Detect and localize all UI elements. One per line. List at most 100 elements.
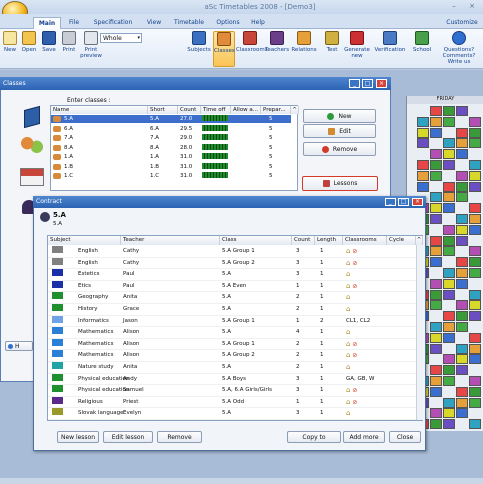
lesson-row[interactable]: Informatics Jason 5.A Group 1 1 2 CL1, CL2 — [48, 315, 416, 328]
grid-cell[interactable] — [443, 106, 455, 116]
grid-cell[interactable] — [456, 397, 468, 408]
grid-cell[interactable] — [430, 116, 442, 127]
col-count[interactable]: Count — [292, 236, 315, 245]
grid-cell[interactable] — [469, 343, 481, 354]
grid-cell[interactable] — [430, 127, 442, 138]
lesson-row[interactable]: History Grace 5.A 2 1 ⌂ — [48, 304, 416, 316]
grid-cell[interactable] — [417, 116, 429, 127]
contract-close-icon[interactable]: × — [412, 198, 423, 206]
tab-specification[interactable]: Specification — [88, 17, 138, 29]
classes-table[interactable]: Name Short Count Time off Allow a... Pre… — [50, 105, 299, 191]
verification-button[interactable]: Verification — [373, 31, 407, 67]
col-name[interactable]: Name — [51, 106, 148, 114]
grid-cell[interactable] — [469, 311, 481, 322]
grid-cell[interactable] — [469, 354, 481, 365]
col-subject[interactable]: Subject — [48, 236, 121, 245]
grid-cell[interactable] — [430, 246, 442, 257]
close-button[interactable]: Close — [389, 431, 421, 443]
grid-cell[interactable] — [430, 386, 442, 397]
grid-cell[interactable] — [443, 332, 455, 343]
grid-cell[interactable] — [443, 354, 455, 365]
grid-cell[interactable] — [417, 127, 429, 138]
help-button[interactable]: H — [5, 341, 33, 351]
grid-cell[interactable] — [469, 289, 481, 300]
new-class-button[interactable]: New — [303, 109, 376, 123]
grid-cell[interactable] — [456, 408, 468, 419]
grid-cell[interactable] — [430, 149, 442, 160]
grid-cell[interactable] — [443, 160, 455, 170]
customize-link[interactable]: Customize — [444, 17, 480, 29]
col-prepar[interactable]: Prepar... — [261, 106, 291, 114]
edit-lesson-button[interactable]: Edit lesson — [103, 431, 153, 443]
grid-cell[interactable] — [443, 408, 455, 419]
grid-cell[interactable] — [456, 181, 468, 192]
teachers-button[interactable]: Teachers — [264, 31, 290, 67]
grid-cell[interactable] — [430, 170, 442, 181]
grid-cell[interactable] — [430, 419, 442, 430]
col-teacher[interactable]: Teacher — [121, 236, 220, 245]
generate-new-button[interactable]: Generate new — [342, 31, 372, 67]
classes-close-icon[interactable]: × — [376, 79, 387, 88]
grid-cell[interactable] — [469, 181, 481, 192]
grid-cell[interactable] — [430, 257, 442, 268]
grid-cell[interactable] — [456, 192, 468, 203]
grid-cell[interactable] — [430, 289, 442, 300]
save-button[interactable]: Save — [40, 31, 58, 67]
contract-scrollbar[interactable] — [416, 245, 423, 420]
col-time-off[interactable]: Time off — [201, 106, 231, 114]
col-allow[interactable]: Allow a... — [231, 106, 261, 114]
grid-cell[interactable] — [456, 214, 468, 224]
grid-cell[interactable] — [443, 419, 455, 430]
grid-cell[interactable] — [430, 106, 442, 116]
grid-cell[interactable] — [417, 170, 429, 181]
grid-cell[interactable] — [430, 365, 442, 376]
grid-cell[interactable] — [469, 246, 481, 257]
grid-cell[interactable] — [469, 257, 481, 268]
tab-timetable[interactable]: Timetable — [170, 17, 208, 29]
grid-cell[interactable] — [456, 257, 468, 268]
col-classrooms[interactable]: Classrooms — [343, 236, 387, 245]
grid-cell[interactable] — [430, 160, 442, 170]
grid-cell[interactable] — [456, 106, 468, 116]
lesson-row[interactable]: Physical education Andy 5.A Boys 3 1 GA, GB, … — [48, 373, 416, 386]
grid-cell[interactable] — [430, 235, 442, 246]
class-row[interactable]: 1.B 1.B 31.0 5 — [51, 162, 291, 171]
lesson-row[interactable]: English Cathy 5.A Group 1 3 1 ⌂ ⊘ — [48, 246, 416, 258]
col-length[interactable]: Length — [315, 236, 343, 245]
grid-cell[interactable] — [430, 408, 442, 419]
grid-cell[interactable] — [417, 138, 429, 149]
grid-cell[interactable] — [443, 138, 455, 149]
grid-cell[interactable] — [430, 332, 442, 343]
grid-cell[interactable] — [417, 181, 429, 192]
classrooms-button[interactable]: Classrooms — [236, 31, 268, 67]
grid-cell[interactable] — [443, 322, 455, 332]
lesson-row[interactable]: Mathematics Alison 5.A 4 1 ⌂ — [48, 327, 416, 339]
grid-cell[interactable] — [469, 127, 481, 138]
grid-cell[interactable] — [456, 278, 468, 289]
grid-cell[interactable] — [456, 235, 468, 246]
scroll-up-icon[interactable]: ^ — [416, 236, 423, 245]
tab-main[interactable]: Main — [33, 17, 61, 29]
classes-maximize-icon[interactable]: □ — [362, 79, 373, 88]
grid-cell[interactable] — [456, 365, 468, 376]
grid-cell[interactable] — [456, 127, 468, 138]
grid-cell[interactable] — [456, 386, 468, 397]
grid-cell[interactable] — [469, 116, 481, 127]
lesson-row[interactable]: Religious Priest 5.A Odd 1 1 ⌂ ⊘ — [48, 396, 416, 409]
grid-cell[interactable] — [469, 386, 481, 397]
remove-lesson-button[interactable]: Remove — [157, 431, 202, 443]
class-row[interactable]: 5.A 5.A 27.0 5 — [51, 115, 291, 123]
class-row[interactable]: 8.A 8.A 28.0 5 — [51, 143, 291, 152]
open-button[interactable]: Open — [20, 31, 38, 67]
classes-button[interactable]: Classes — [213, 31, 235, 67]
grid-cell[interactable] — [443, 149, 455, 160]
grid-cell[interactable] — [456, 343, 468, 354]
grid-cell[interactable] — [443, 192, 455, 203]
grid-cell[interactable] — [443, 397, 455, 408]
grid-cell[interactable] — [469, 203, 481, 214]
scroll-up-icon[interactable]: ^ — [291, 106, 299, 114]
remove-class-button[interactable]: Remove — [303, 142, 376, 156]
tab-view[interactable]: View — [143, 17, 165, 29]
grid-cell[interactable] — [417, 160, 429, 170]
lesson-row[interactable]: Slovak language Evelyn 5.A 3 1 ⌂ — [48, 408, 416, 420]
